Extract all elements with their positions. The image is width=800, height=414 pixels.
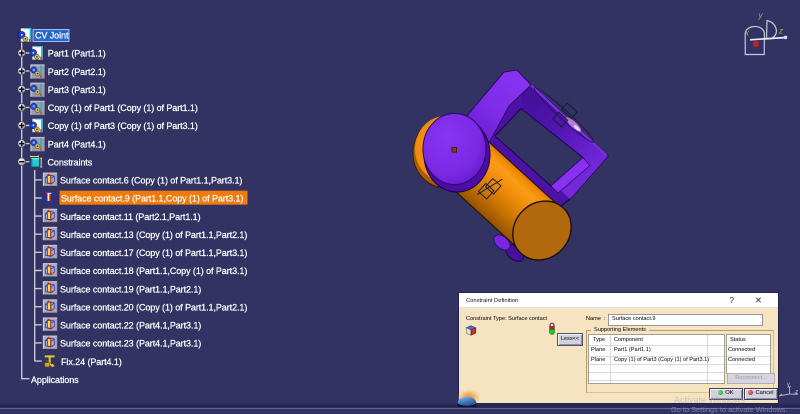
svg-text:Part2 (Part2.1): Part2 (Part2.1) (48, 67, 106, 77)
svg-text:Surface contact.13 (Copy (1) o: Surface contact.13 (Copy (1) of Part1.1,… (60, 230, 247, 240)
svg-text:Surface contact.18 (Part1.1,Co: Surface contact.18 (Part1.1,Copy (1) of … (60, 266, 247, 276)
svg-text:Fix.24 (Part4.1): Fix.24 (Part4.1) (61, 357, 122, 367)
svg-text:x: x (744, 29, 750, 38)
svg-text:Surface contact.20 (Copy (1) o: Surface contact.20 (Copy (1) of Part1.1,… (60, 302, 247, 312)
svg-text:CV Joint: CV Joint (35, 31, 69, 41)
svg-text:Copy (1) of Part3 (Copy (1) of: Copy (1) of Part3 (Copy (1) of Part3.1) (48, 121, 198, 131)
svg-text:z: z (778, 27, 783, 36)
svg-text:Surface contact.11 (Part2.1,Pa: Surface contact.11 (Part2.1,Part1.1) (60, 212, 201, 222)
svg-text:Surface contact.9 (Part1.1,Cop: Surface contact.9 (Part1.1,Copy (1) of P… (61, 194, 243, 204)
svg-text:Surface contact.22 (Part4.1,Pa: Surface contact.22 (Part4.1,Part3.1) (60, 321, 201, 331)
svg-text:Part3 (Part3.1): Part3 (Part3.1) (48, 85, 106, 95)
svg-text:Surface contact.23 (Part4.1,Pa: Surface contact.23 (Part4.1,Part3.1) (60, 339, 201, 349)
svg-text:Part1 (Part1.1): Part1 (Part1.1) (48, 49, 106, 59)
svg-text:Applications: Applications (31, 375, 79, 385)
svg-text:Surface contact.6 (Copy (1) of: Surface contact.6 (Copy (1) of Part1.1,P… (60, 176, 242, 186)
svg-text:Part4 (Part4.1): Part4 (Part4.1) (48, 139, 106, 149)
svg-text:y: y (758, 11, 764, 20)
svg-text:Constraints: Constraints (48, 157, 93, 167)
svg-text:Surface contact.17 (Copy (1) o: Surface contact.17 (Copy (1) of Part1.1,… (60, 248, 247, 258)
svg-text:Surface contact.19 (Part1.1,Pa: Surface contact.19 (Part1.1,Part2.1) (60, 284, 201, 294)
svg-text:Copy (1) of Part1 (Copy (1) of: Copy (1) of Part1 (Copy (1) of Part1.1) (48, 103, 198, 113)
svg-text:z: z (795, 389, 798, 396)
